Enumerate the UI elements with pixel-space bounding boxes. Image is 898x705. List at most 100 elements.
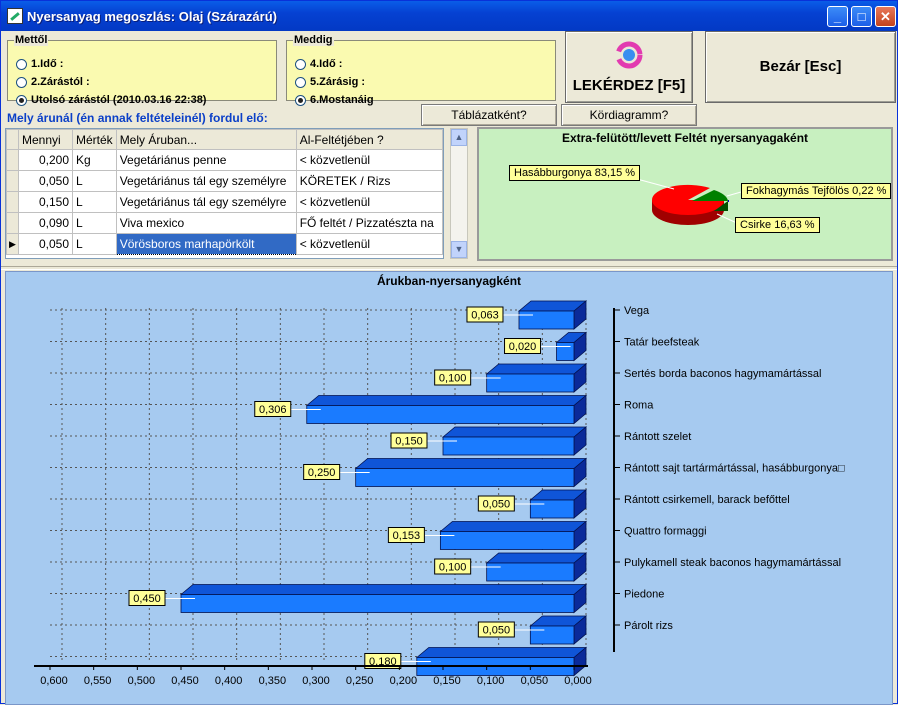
radio-dot [16, 76, 27, 88]
minimize-button[interactable]: _ [827, 6, 848, 27]
radio-dot [295, 58, 306, 70]
cell-quantity[interactable]: 0,200 [18, 149, 73, 171]
cell-subtopping[interactable]: KÖRETEK / Rizs [295, 170, 443, 192]
radio-to-now[interactable]: 6.Mostanáig [295, 94, 374, 106]
bar [529, 499, 575, 519]
value-label: 0,250 [308, 467, 336, 479]
row-indicator[interactable] [6, 149, 19, 171]
maximize-button[interactable]: □ [851, 6, 872, 27]
category-label: Rántott csirkemell, barack befőttel [624, 494, 790, 506]
bar-chart: 0,063 Vega 0,020 Tatár beefsteak 0,100 Sertés… [34, 300, 845, 687]
from-group-legend: Mettől [14, 34, 49, 46]
app-icon [7, 8, 23, 24]
pie-chart-button[interactable]: Kördiagramm? [561, 104, 697, 126]
x-tick-label: 0,250 [346, 675, 374, 687]
title-bar[interactable]: Nyersanyag megoszlás: Olaj (Szárazárú) _… [1, 1, 897, 31]
cell-product[interactable]: Vörösboros marhapörkölt [115, 233, 297, 255]
category-label: Rántott szelet [624, 431, 691, 443]
radio-from-last-closing[interactable]: Utolsó zárástól (2010.03.16 22:38) [16, 94, 206, 106]
category-label: Rántott sajt tartármártással, hasábburgo… [624, 463, 845, 475]
value-label: 0,450 [133, 593, 161, 605]
scroll-down-icon[interactable]: ▼ [451, 241, 467, 258]
cell-product[interactable]: Vegetáriánus tál egy személyre [115, 191, 297, 213]
radio-dot [295, 76, 306, 88]
category-label: Tatár beefsteak [624, 337, 700, 349]
cell-unit[interactable]: L [72, 212, 117, 234]
cell-quantity[interactable]: 0,150 [18, 191, 73, 213]
bar-top [485, 363, 588, 375]
scroll-up-icon[interactable]: ▲ [451, 129, 467, 146]
pie-leader-hasab [636, 178, 675, 190]
value-label: 0,100 [439, 373, 467, 385]
row-indicator[interactable] [6, 170, 19, 192]
table-scrollbar[interactable]: ▲ ▼ [450, 128, 468, 259]
cell-subtopping[interactable]: < közvetlenül [295, 191, 443, 213]
category-label: Pulykamell steak baconos hagymamártással [624, 557, 841, 569]
window-title: Nyersanyag megoszlás: Olaj (Szárazárú) [27, 8, 277, 24]
from-group: Mettől 1.Idő : 2.Zárástól : Utolsó zárás… [7, 34, 277, 106]
close-window-button[interactable]: ✕ [875, 6, 896, 27]
bar [442, 436, 575, 456]
radio-dot-selected [295, 94, 306, 106]
table-header[interactable]: Mennyi [18, 129, 73, 150]
cell-unit[interactable]: L [72, 191, 117, 213]
query-button[interactable]: LEKÉRDEZ [F5] [565, 31, 693, 103]
cell-product[interactable]: Vegetáriánus penne [115, 149, 297, 171]
cell-subtopping[interactable]: FŐ feltét / Pizzatészta na [295, 212, 443, 234]
table-row[interactable]: 0,200 Kg Vegetáriánus penne < közvetlenül [6, 149, 443, 171]
cell-product[interactable]: Vegetáriánus tál egy személyre [115, 170, 297, 192]
value-label: 0,050 [483, 499, 511, 511]
to-group: Meddig 4.Idő : 5.Zárásig : 6.Mostanáig [286, 34, 556, 106]
x-tick-label: 0,450 [171, 675, 199, 687]
table-header-row: Mennyi Mérték Mely Áruban... Al-Feltétjé… [6, 129, 443, 150]
as-table-button[interactable]: Táblázatként? [421, 104, 557, 126]
occurrence-question: Mely árunál (én annak feltételeinél) for… [7, 111, 268, 125]
table-row[interactable]: 0,150 L Vegetáriánus tál egy személyre < k… [6, 191, 443, 213]
table-header[interactable]: Mely Áruban... [115, 129, 297, 150]
radio-to-closing[interactable]: 5.Zárásig : [295, 76, 365, 88]
x-tick-label: 0,550 [84, 675, 112, 687]
cell-unit[interactable]: L [72, 170, 117, 192]
table-row[interactable]: 0,090 L Viva mexico FŐ feltét / Pizzatészta… [6, 212, 443, 234]
pie-leader-fokhagymas [726, 191, 742, 197]
cell-subtopping[interactable]: < közvetlenül [295, 233, 443, 255]
bar [529, 625, 575, 645]
table-row[interactable]: 0,050 L Vegetáriánus tál egy személyre KÖRE… [6, 170, 443, 192]
bar-top [441, 426, 588, 438]
row-indicator[interactable] [6, 212, 19, 234]
refresh-icon [615, 41, 643, 69]
table-header[interactable]: Mérték [72, 129, 117, 150]
value-label: 0,306 [259, 404, 287, 416]
category-label: Vega [624, 305, 650, 317]
value-label: 0,153 [393, 530, 421, 542]
splitter[interactable] [1, 266, 897, 270]
bar [486, 373, 575, 393]
value-label: 0,150 [395, 436, 423, 448]
table-header[interactable]: Al-Feltétjében ? [295, 129, 443, 150]
radio-from-closing[interactable]: 2.Zárástól : [16, 76, 90, 88]
bar [556, 342, 575, 361]
radio-dot [16, 58, 27, 70]
bar-top [415, 647, 588, 658]
cell-quantity[interactable]: 0,090 [18, 212, 73, 234]
current-row-arrow-icon[interactable]: ▶ [6, 233, 19, 255]
table-row-selected[interactable]: ▶ 0,050 L Vörösboros marhapörkölt < közvetl… [6, 233, 443, 255]
cell-unit[interactable]: Kg [72, 149, 117, 171]
category-label: Piedone [624, 589, 664, 601]
radio-label: 6.Mostanáig [310, 94, 374, 106]
row-indicator[interactable] [6, 191, 19, 213]
cell-quantity[interactable]: 0,050 [18, 170, 73, 192]
cell-quantity[interactable]: 0,050 [18, 233, 73, 255]
cell-unit[interactable]: L [72, 233, 117, 255]
cell-product[interactable]: Viva mexico [115, 212, 297, 234]
close-button[interactable]: Bezár [Esc] [705, 31, 896, 103]
cell-subtopping[interactable]: < közvetlenül [295, 149, 443, 171]
bar [355, 468, 575, 487]
pie-label-fokhagymas: Fokhagymás Tejfölös 0,22 % [741, 183, 892, 199]
radio-to-time[interactable]: 4.Idő : [295, 58, 342, 70]
x-tick-label: 0,200 [390, 675, 418, 687]
x-tick-label: 0,500 [128, 675, 156, 687]
pie-panel: Extra-felütött/levett Feltét nyersanyaga… [477, 127, 893, 261]
radio-from-time[interactable]: 1.Idő : [16, 58, 63, 70]
occurrence-table: Mennyi Mérték Mely Áruban... Al-Feltétjé… [5, 128, 444, 259]
